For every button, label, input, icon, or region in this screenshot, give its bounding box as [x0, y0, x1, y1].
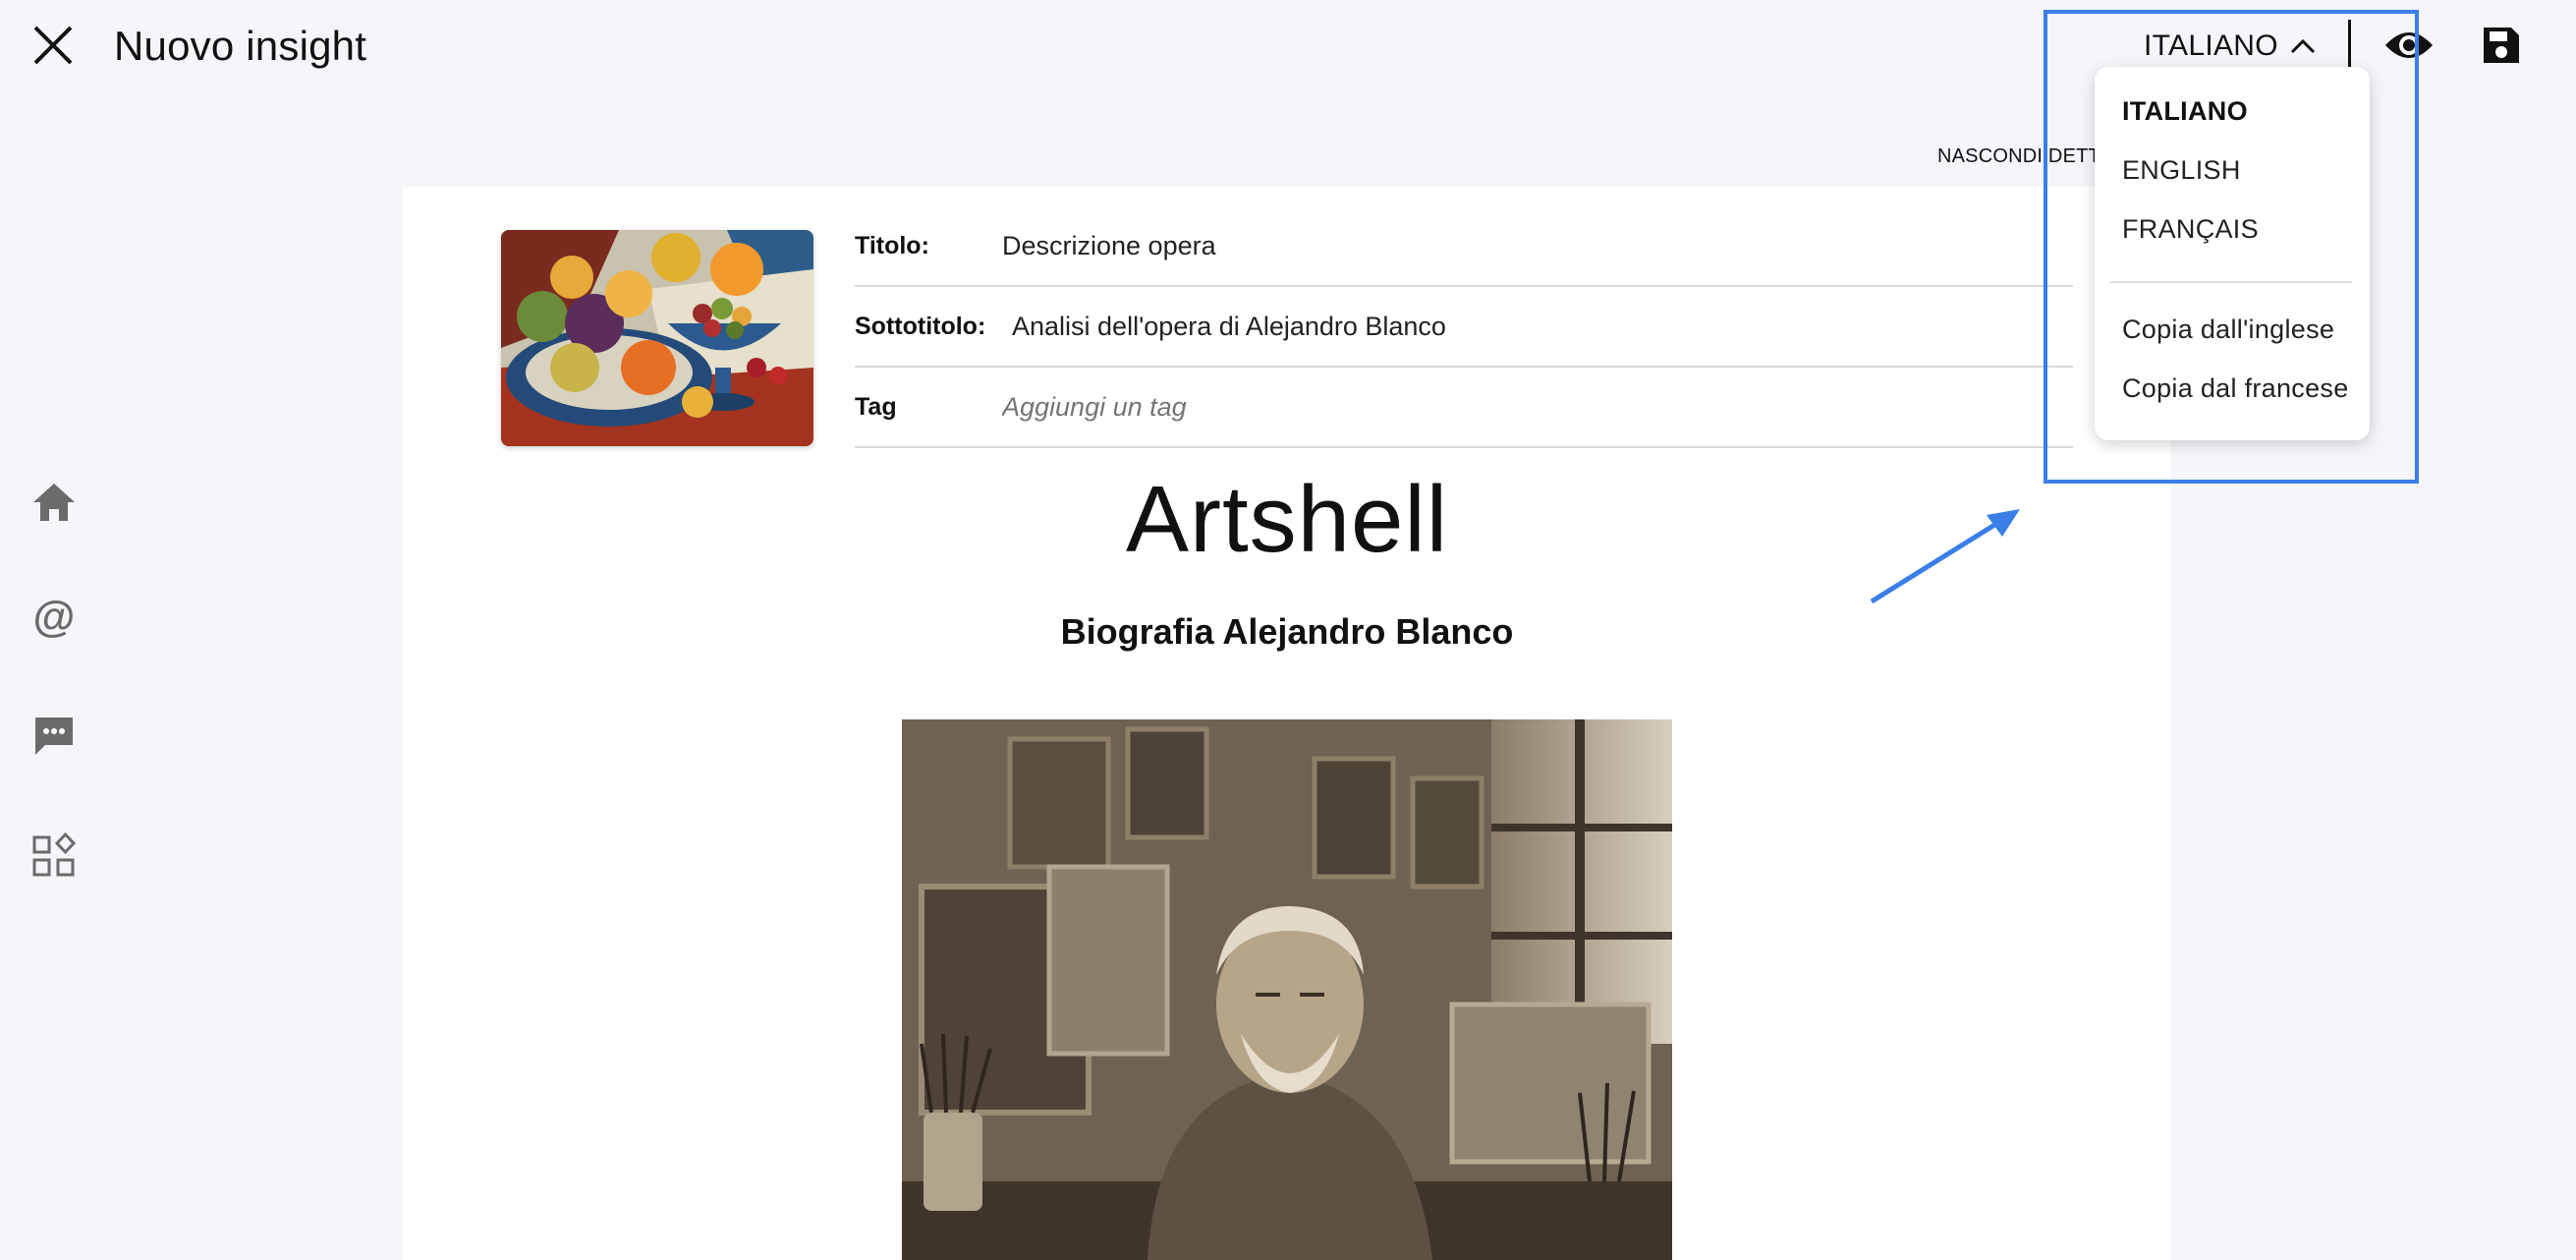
chevron-up-icon: [2290, 38, 2315, 54]
toolbar-divider: [2348, 20, 2351, 71]
tag-label: Tag: [855, 392, 897, 421]
sidebar-home[interactable]: [29, 478, 79, 527]
chat-icon: [35, 717, 73, 755]
brand-logo-text: Artshell: [1125, 467, 1449, 572]
subtitle-label: Sottotitolo:: [855, 312, 986, 340]
eye-icon: [2385, 32, 2433, 58]
sidebar-widgets[interactable]: [29, 831, 79, 881]
tag-row: Tag: [855, 368, 2073, 448]
subtitle-row: Sottotitolo: Analisi dell'opera di Aleja…: [855, 287, 2073, 368]
artist-portrait-image: [902, 719, 1672, 1260]
title-row: Titolo: Descrizione opera: [855, 206, 2073, 287]
content-heading: Biografia Alejandro Blanco: [1060, 611, 1514, 652]
language-dropdown-menu: ITALIANO ENGLISH FRANÇAIS Copia dall'ing…: [2095, 67, 2370, 440]
sidebar-mentions[interactable]: @: [29, 593, 79, 643]
save-button[interactable]: [2480, 24, 2523, 67]
subtitle-value[interactable]: Analisi dell'opera di Alejandro Blanco: [1012, 312, 1446, 342]
portrait-photo: [902, 719, 1672, 1260]
insight-card: Titolo: Descrizione opera Sottotitolo: A…: [403, 187, 2171, 1260]
tag-input[interactable]: [1002, 391, 1886, 423]
page-title: Nuovo insight: [114, 23, 367, 69]
widgets-icon: [32, 831, 77, 877]
menu-item-francais[interactable]: FRANÇAIS: [2122, 214, 2259, 245]
language-selector-label: ITALIANO: [2144, 29, 2278, 62]
title-label: Titolo:: [855, 231, 929, 259]
home-icon: [33, 484, 75, 521]
still-life-image: [501, 230, 813, 446]
title-value[interactable]: Descrizione opera: [1002, 231, 1216, 261]
save-icon: [2484, 28, 2519, 63]
menu-item-english[interactable]: ENGLISH: [2122, 155, 2241, 186]
menu-item-italiano[interactable]: ITALIANO: [2122, 96, 2248, 127]
preview-button[interactable]: [2383, 24, 2435, 67]
close-icon: [33, 26, 73, 65]
hide-details-button[interactable]: NASCONDI DETTAGLI: [1937, 145, 2095, 168]
language-selector[interactable]: ITALIANO: [2144, 22, 2316, 71]
close-button[interactable]: [29, 22, 77, 69]
at-icon: @: [33, 593, 76, 641]
svg-text:@: @: [33, 594, 76, 641]
cover-thumbnail[interactable]: [501, 230, 813, 446]
menu-divider: [2110, 281, 2352, 283]
menu-item-copy-from-english[interactable]: Copia dall'inglese: [2122, 315, 2334, 345]
sidebar-messages[interactable]: [29, 712, 79, 761]
menu-item-copy-from-french[interactable]: Copia dal francese: [2122, 373, 2349, 404]
